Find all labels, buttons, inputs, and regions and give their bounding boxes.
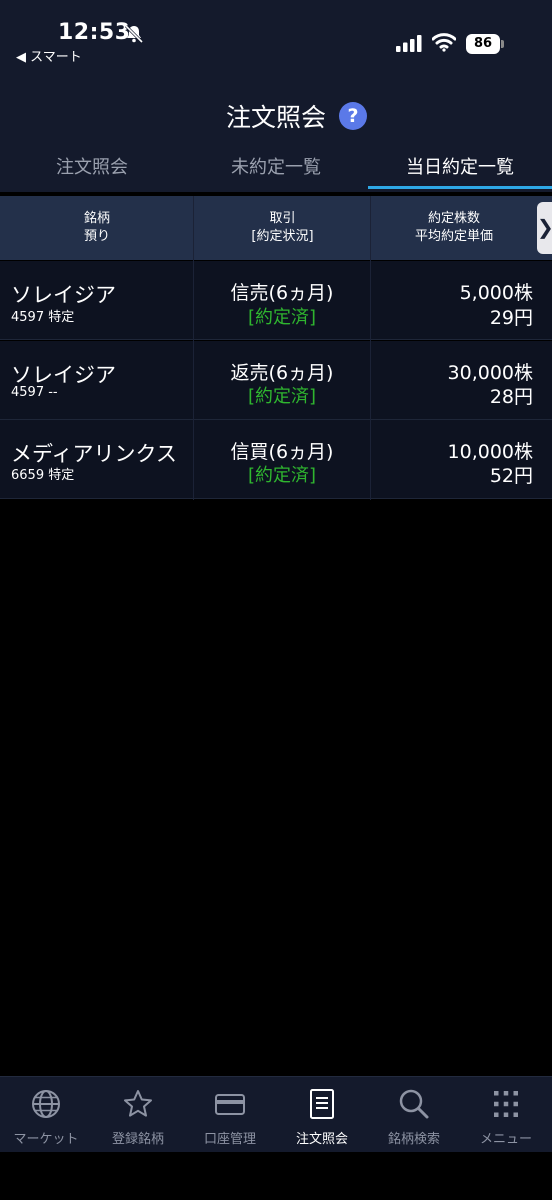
average-price: 29円 (489, 307, 533, 329)
column-divider (370, 196, 371, 500)
stock-code-account: 4597 -- (11, 385, 58, 400)
scroll-right-chevron-icon[interactable]: ❯ (537, 202, 552, 254)
order-status: [約定済] (247, 465, 317, 486)
column-divider (193, 196, 194, 500)
active-tab-indicator (368, 186, 552, 189)
stock-code-account: 4597 特定 (11, 310, 75, 325)
tab-order-inquiry[interactable]: 注文照会 (0, 148, 184, 190)
document-icon (310, 1089, 334, 1119)
tab-unfilled-list[interactable]: 未約定一覧 (184, 148, 368, 190)
trade-type: 返売(6ヵ月) (230, 362, 334, 384)
stock-code-account: 6659 特定 (11, 468, 75, 483)
column-header-line: 取引 (269, 211, 296, 226)
page-title: 注文照会 (225, 103, 326, 132)
nav-label: 注文照会 (295, 1132, 348, 1147)
column-header-quantity: 約定株数 平均約定単価 (371, 196, 537, 260)
nav-label: マーケット (13, 1132, 79, 1147)
column-header-line: [約定状況] (251, 229, 314, 244)
nav-menu[interactable]: メニュー (460, 1076, 552, 1152)
nav-label: 口座管理 (203, 1132, 256, 1147)
clock: 12:53 (58, 20, 131, 45)
column-header-trade: 取引 [約定状況] (194, 196, 371, 260)
stock-name: ソレイジア (11, 283, 116, 307)
column-header-line: 平均約定単価 (414, 229, 493, 244)
cellular-signal-icon (396, 35, 422, 52)
column-header-line: 預り (83, 229, 110, 244)
nav-watchlist[interactable]: 登録銘柄 (92, 1076, 184, 1152)
column-header-stock: 銘柄 預り (0, 196, 194, 260)
nav-label: 登録銘柄 (111, 1132, 164, 1147)
wifi-icon (432, 33, 456, 52)
nav-label: 銘柄検索 (387, 1132, 440, 1147)
battery-tip (501, 40, 504, 48)
order-status: [約定済] (247, 307, 317, 328)
column-header-line: 銘柄 (83, 211, 110, 226)
nav-stock-search[interactable]: 銘柄検索 (368, 1076, 460, 1152)
filled-quantity: 5,000株 (459, 282, 533, 304)
trade-type: 信売(6ヵ月) (230, 282, 334, 304)
battery-level: 86 (466, 34, 500, 54)
grid-icon (494, 1091, 518, 1117)
trade-type: 信買(6ヵ月) (230, 441, 334, 463)
bell-slash-icon (124, 24, 144, 44)
star-icon (124, 1090, 152, 1117)
nav-market[interactable]: マーケット (0, 1076, 92, 1152)
battery-icon: 86 (466, 34, 504, 54)
column-header-line: 約定株数 (427, 211, 480, 226)
nav-account[interactable]: 口座管理 (184, 1076, 276, 1152)
average-price: 52円 (489, 465, 533, 487)
tab-today-filled-list[interactable]: 当日約定一覧 (368, 148, 552, 190)
order-status: [約定済] (247, 386, 317, 407)
filled-quantity: 30,000株 (447, 362, 533, 384)
nav-label: メニュー (479, 1132, 532, 1147)
globe-icon (32, 1090, 60, 1118)
back-to-app-link[interactable]: ◀ スマート (16, 46, 82, 65)
search-icon (399, 1089, 429, 1119)
nav-order-inquiry[interactable]: 注文照会 (276, 1076, 368, 1152)
filled-quantity: 10,000株 (447, 441, 533, 463)
average-price: 28円 (489, 386, 533, 408)
card-icon (215, 1094, 245, 1115)
help-icon[interactable]: ? (339, 102, 367, 130)
